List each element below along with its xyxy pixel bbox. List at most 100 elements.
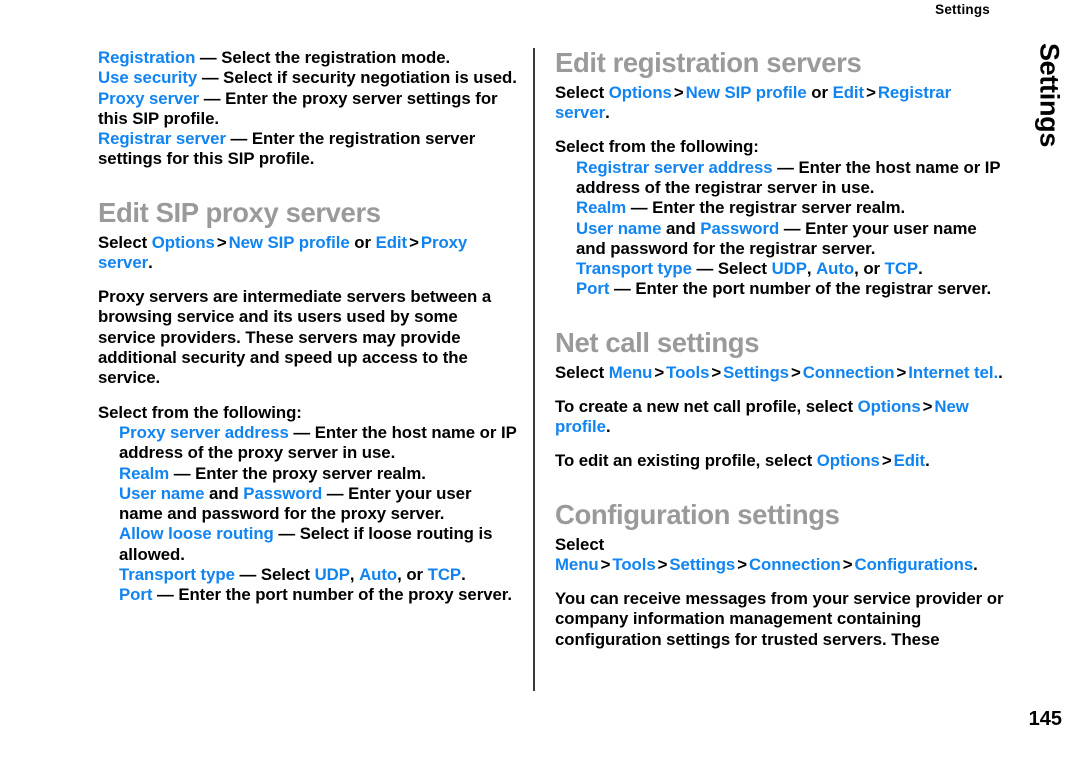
term-registrar-server-address: Registrar server address (576, 157, 773, 177)
path-tools: Tools (612, 554, 656, 574)
desc: — Select (691, 259, 772, 279)
path-separator: > (654, 362, 665, 382)
list-item: Port — Enter the port number of the regi… (576, 279, 1007, 299)
list-item: Registrar server — Enter the registratio… (98, 129, 518, 170)
option-separator: , (806, 259, 817, 279)
desc-end: . (461, 565, 466, 585)
left-column: Registration — Select the registration m… (98, 48, 518, 606)
desc: — Select if security negotiation is used… (197, 68, 517, 88)
desc: — Enter the port number of the registrar… (609, 279, 992, 299)
desc: — Select (234, 565, 315, 585)
create-net-call-profile-line: To create a new net call profile, select… (555, 397, 1007, 438)
path-menu: Menu (555, 554, 599, 574)
path-end: . (998, 362, 1003, 382)
term-transport-type: Transport type (119, 565, 235, 585)
path-menu: Menu (608, 362, 653, 382)
path-separator: > (737, 554, 747, 574)
path-separator: > (790, 362, 801, 382)
heading-configuration-settings: Configuration settings (555, 498, 840, 530)
list-item: Realm — Enter the proxy server realm. (119, 464, 518, 484)
path-options: Options (857, 396, 921, 416)
option-auto: Auto (816, 259, 855, 279)
path-edit: Edit (832, 82, 865, 102)
path-connection: Connection (748, 554, 841, 574)
path-separator: > (842, 554, 853, 574)
line-end: . (925, 451, 930, 471)
list-item: Realm — Enter the registrar server realm… (576, 198, 1007, 218)
list-item: Proxy server address — Enter the host na… (119, 423, 518, 464)
term-proxy-server-address: Proxy server address (119, 422, 289, 442)
path-or: or (806, 82, 833, 102)
term-password: Password (700, 218, 780, 238)
term-user-name: User name (119, 483, 205, 503)
path-edit: Edit (893, 451, 926, 471)
option-udp: UDP (314, 565, 350, 585)
term-use-security: Use security (98, 68, 198, 88)
list-item: Transport type — Select UDP, Auto, or TC… (576, 259, 1007, 279)
path-internet-tel: Internet tel. (908, 362, 999, 382)
path-separator: > (673, 82, 684, 102)
list-item: Transport type — Select UDP, Auto, or TC… (119, 565, 518, 585)
desc: — Select the registration mode. (195, 48, 451, 67)
path-separator: > (600, 554, 611, 574)
and: and (661, 218, 701, 238)
option-tcp: TCP (884, 259, 919, 279)
proxy-server-options-list: Proxy server address — Enter the host na… (119, 423, 518, 606)
option-separator: , or (854, 259, 885, 279)
path-lead: Select (555, 534, 605, 554)
list-item: Proxy server — Enter the proxy server se… (98, 89, 518, 130)
path-separator: > (922, 396, 933, 416)
heading-edit-registration-servers: Edit registration servers (555, 47, 862, 78)
desc: — Enter the proxy server realm. (169, 463, 426, 483)
path-end: . (973, 554, 978, 574)
configuration-settings-description: You can receive messages from your servi… (555, 589, 1004, 649)
column-divider (533, 48, 535, 691)
path-end: . (605, 103, 610, 123)
list-item: Registrar server address — Enter the hos… (576, 158, 1007, 199)
and: and (204, 483, 244, 503)
sip-profile-settings-list: Registration — Select the registration m… (98, 48, 518, 170)
path-options: Options (151, 232, 215, 252)
side-tab-settings: Settings (1026, 30, 1072, 160)
line-end: . (605, 417, 611, 437)
list-item: Port — Enter the port number of the prox… (119, 585, 518, 605)
path-separator: > (711, 362, 722, 382)
running-head: Settings (935, 2, 990, 17)
menu-path-internet-tel: Select Menu > Tools > Settings > Connection > In… (555, 363, 1007, 383)
right-column: Edit registration servers Select Options… (555, 47, 1007, 650)
term-realm: Realm (576, 198, 627, 218)
menu-path-registrar-server: Select Options > New SIP profile or Edit > R… (555, 83, 1007, 124)
path-connection: Connection (802, 362, 895, 382)
option-separator: , or (397, 565, 428, 585)
path-separator: > (896, 362, 907, 382)
path-tools: Tools (666, 362, 710, 382)
edit-existing-profile-line: To edit an existing profile, select Opti… (555, 451, 1007, 471)
path-configurations: Configurations (854, 554, 974, 574)
path-edit: Edit (375, 232, 408, 252)
path-options: Options (816, 451, 880, 471)
line-lead: To edit an existing profile, select (555, 451, 817, 471)
heading-edit-sip-proxy-servers: Edit SIP proxy servers (98, 196, 381, 228)
path-new-sip-profile: New SIP profile (228, 232, 350, 252)
term-realm: Realm (119, 463, 170, 483)
desc: — Enter the port number of the proxy ser… (152, 585, 512, 605)
path-settings: Settings (669, 554, 736, 574)
list-item: Use security — Select if security negoti… (98, 68, 518, 88)
term-allow-loose-routing: Allow loose routing (119, 524, 274, 544)
path-settings: Settings (723, 362, 789, 382)
path-separator: > (866, 82, 876, 102)
term-proxy-server: Proxy server (98, 88, 200, 108)
side-tab-label: Settings (1034, 42, 1065, 148)
menu-path-proxy-server: Select Options > New SIP profile or Edit > P… (98, 233, 518, 274)
select-from-following-left: Select from the following: (98, 402, 302, 422)
path-separator: > (657, 554, 668, 574)
path-options: Options (608, 82, 672, 102)
term-port: Port (576, 279, 610, 299)
term-transport-type: Transport type (576, 259, 692, 279)
path-new-sip-profile: New SIP profile (685, 82, 807, 102)
option-auto: Auto (359, 565, 398, 585)
option-tcp: TCP (427, 565, 462, 585)
path-lead: Select (555, 82, 609, 102)
path-lead: Select (98, 232, 152, 252)
term-password: Password (243, 483, 323, 503)
